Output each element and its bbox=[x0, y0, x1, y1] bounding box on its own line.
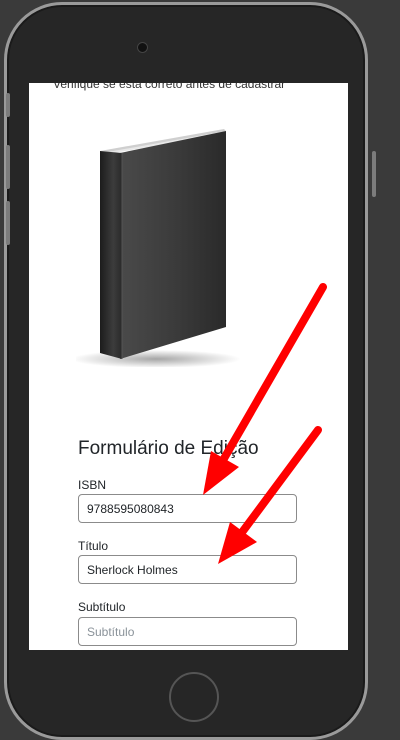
power-button bbox=[372, 151, 376, 197]
subtitle-label: Subtítulo bbox=[78, 600, 126, 614]
app-screen: Verifique se está correto antes de cadas… bbox=[29, 83, 348, 650]
form-title: Formulário de Edição bbox=[78, 438, 259, 459]
volume-down-button bbox=[6, 201, 10, 245]
mute-switch bbox=[6, 93, 10, 117]
title-input[interactable] bbox=[78, 555, 297, 584]
volume-up-button bbox=[6, 145, 10, 189]
isbn-input[interactable] bbox=[78, 494, 297, 523]
book-cover-image bbox=[76, 129, 241, 367]
subtitle-input[interactable] bbox=[78, 617, 297, 646]
title-label: Título bbox=[78, 539, 109, 553]
verify-hint-text: Verifique se está correto antes de cadas… bbox=[53, 83, 286, 91]
home-button[interactable] bbox=[169, 672, 219, 722]
isbn-label: ISBN bbox=[78, 478, 107, 492]
camera-icon bbox=[137, 42, 148, 53]
